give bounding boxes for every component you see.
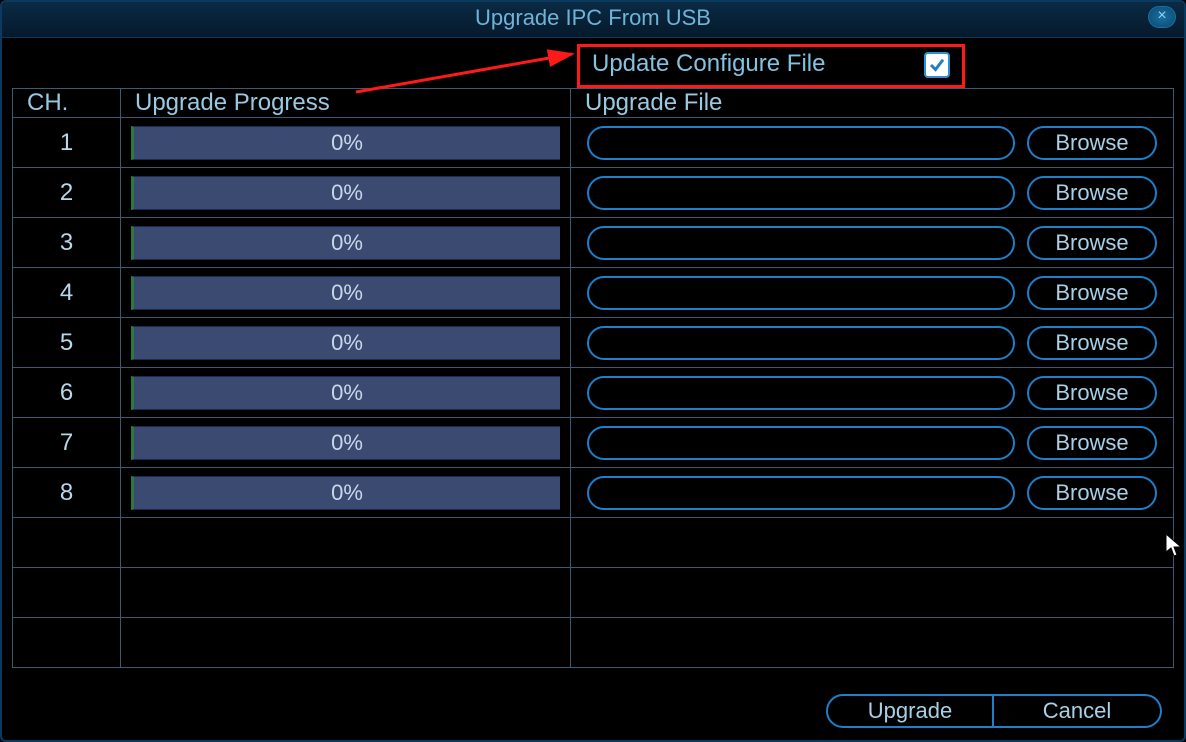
upgrade-file-input[interactable] (587, 476, 1015, 510)
upgrade-ipc-dialog: Upgrade IPC From USB × Update Configure … (0, 0, 1186, 742)
header-progress: Upgrade Progress (121, 89, 571, 117)
channel-number: 4 (60, 279, 73, 307)
header-ch: CH. (13, 89, 121, 117)
header-file: Upgrade File (571, 89, 1173, 117)
channel-number: 3 (60, 229, 73, 257)
check-icon (928, 56, 946, 74)
upgrade-button[interactable]: Upgrade (826, 694, 994, 728)
update-configure-checkbox[interactable] (924, 52, 950, 78)
update-configure-label: Update Configure File (592, 50, 825, 78)
channel-number: 7 (60, 429, 73, 457)
browse-button[interactable]: Browse (1027, 376, 1157, 410)
dialog-title: Upgrade IPC From USB (475, 5, 711, 30)
table-row: 3 0% Browse (13, 218, 1173, 268)
table-row: 5 0% Browse (13, 318, 1173, 368)
browse-button[interactable]: Browse (1027, 126, 1157, 160)
progress-bar: 0% (131, 426, 560, 460)
progress-bar: 0% (131, 276, 560, 310)
close-icon: × (1157, 7, 1166, 24)
table-row: 6 0% Browse (13, 368, 1173, 418)
browse-button[interactable]: Browse (1027, 326, 1157, 360)
annotation-arrow-icon (352, 36, 592, 96)
titlebar: Upgrade IPC From USB × (2, 2, 1184, 38)
progress-bar: 0% (131, 326, 560, 360)
browse-button[interactable]: Browse (1027, 426, 1157, 460)
upgrade-file-input[interactable] (587, 326, 1015, 360)
channel-number: 5 (60, 329, 73, 357)
browse-button[interactable]: Browse (1027, 176, 1157, 210)
upgrade-file-input[interactable] (587, 376, 1015, 410)
progress-bar: 0% (131, 476, 560, 510)
progress-bar: 0% (131, 126, 560, 160)
channel-number: 2 (60, 179, 73, 207)
configure-row: Update Configure File (12, 44, 1174, 88)
upgrade-table: CH. Upgrade Progress Upgrade File 1 0% Bro… (12, 88, 1174, 668)
table-header: CH. Upgrade Progress Upgrade File (13, 89, 1173, 118)
progress-bar: 0% (131, 226, 560, 260)
progress-bar: 0% (131, 176, 560, 210)
table-row: 8 0% Browse (13, 468, 1173, 518)
dialog-footer: Upgrade Cancel (826, 694, 1162, 728)
upgrade-file-input[interactable] (587, 126, 1015, 160)
progress-bar: 0% (131, 376, 560, 410)
channel-number: 1 (60, 129, 73, 157)
upgrade-file-input[interactable] (587, 226, 1015, 260)
channel-number: 6 (60, 379, 73, 407)
cancel-button[interactable]: Cancel (994, 694, 1162, 728)
browse-button[interactable]: Browse (1027, 276, 1157, 310)
upgrade-file-input[interactable] (587, 426, 1015, 460)
upgrade-file-input[interactable] (587, 176, 1015, 210)
close-button[interactable]: × (1148, 6, 1176, 28)
table-row: 2 0% Browse (13, 168, 1173, 218)
browse-button[interactable]: Browse (1027, 476, 1157, 510)
table-row-empty (13, 568, 1173, 618)
channel-number: 8 (60, 479, 73, 507)
table-row-empty (13, 518, 1173, 568)
table-row-empty (13, 618, 1173, 668)
browse-button[interactable]: Browse (1027, 226, 1157, 260)
table-row: 7 0% Browse (13, 418, 1173, 468)
table-row: 4 0% Browse (13, 268, 1173, 318)
table-row: 1 0% Browse (13, 118, 1173, 168)
upgrade-file-input[interactable] (587, 276, 1015, 310)
